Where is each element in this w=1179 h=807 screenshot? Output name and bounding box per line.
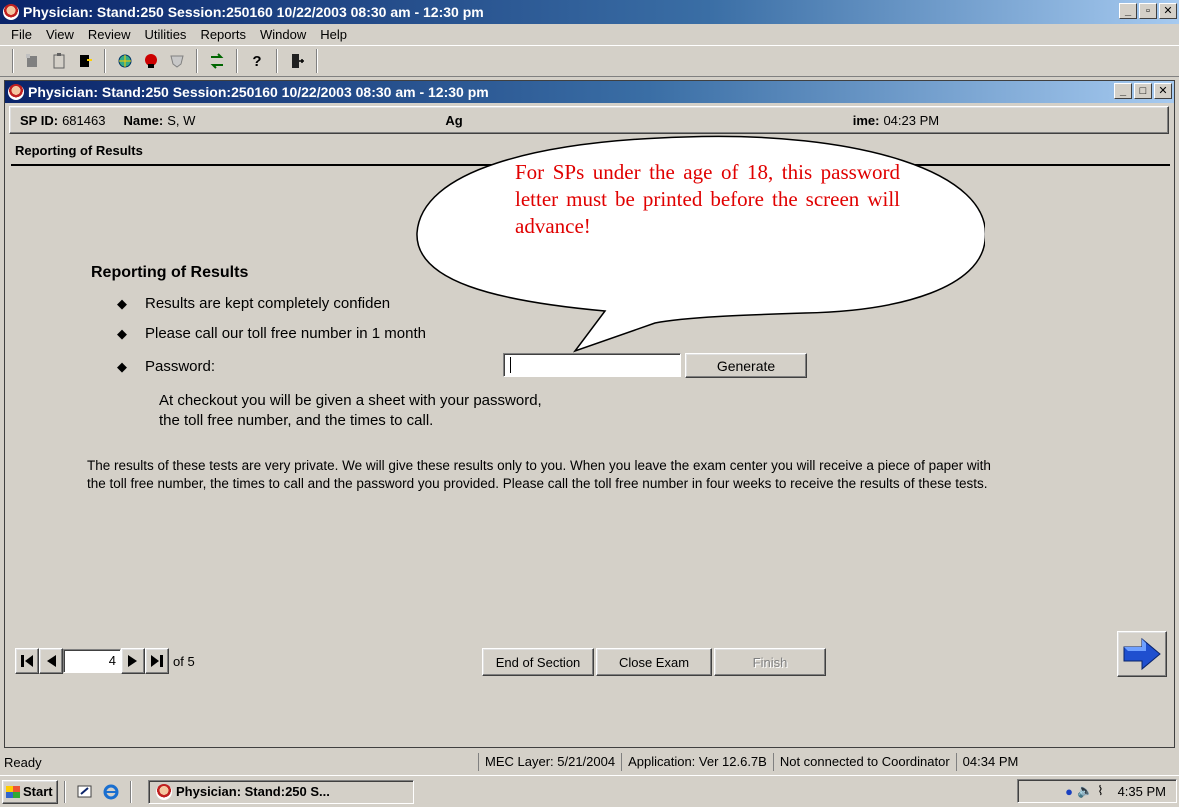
- close-icon[interactable]: ✕: [1159, 3, 1177, 19]
- network-icon[interactable]: ●: [1065, 784, 1073, 799]
- page-total: of 5: [173, 653, 195, 669]
- status-coordinator: Not connected to Coordinator: [772, 753, 956, 771]
- app-window-controls: _ ▫ ✕: [1119, 3, 1177, 19]
- exam-window-title-bar[interactable]: Physician: Stand:250 Session:250160 10/2…: [5, 81, 1174, 103]
- exit-icon[interactable]: [284, 49, 310, 73]
- privacy-paragraph: The results of these tests are very priv…: [87, 458, 991, 491]
- tray-app-icon[interactable]: ⌇: [1097, 783, 1103, 799]
- status-time: 04:34 PM: [955, 753, 1025, 771]
- system-tray: ● 🔈 ⌇ 4:35 PM: [1017, 779, 1177, 803]
- close-exam-button[interactable]: Close Exam: [596, 648, 712, 676]
- tray-clock: 4:35 PM: [1117, 783, 1166, 799]
- menu-bar: File View Review Utilities Reports Windo…: [0, 24, 1179, 44]
- bullet-password: ◆ Password:: [117, 358, 216, 375]
- right-arrow-icon: [1123, 637, 1161, 671]
- status-mec-layer: MEC Layer: 5/21/2004: [478, 753, 621, 771]
- callout-text: For SPs under the age of 18, this passwo…: [515, 160, 900, 238]
- exam-window-title: Physician: Stand:250 Session:250160 10/2…: [28, 84, 489, 100]
- name-label: Name:: [123, 112, 164, 128]
- minimize-icon[interactable]: _: [1114, 83, 1132, 99]
- status-application: Application: Ver 12.6.7B: [621, 753, 773, 771]
- taskbar: Start Physician: Stand:250 S... ● 🔈 ⌇ 4:…: [0, 775, 1179, 807]
- menu-window[interactable]: Window: [260, 27, 306, 42]
- shield-icon[interactable]: [164, 49, 190, 73]
- start-button[interactable]: Start: [2, 779, 58, 804]
- sp-id-label: SP ID:: [20, 112, 59, 128]
- broom-icon[interactable]: [20, 49, 46, 73]
- bullet-call: ◆ Please call our toll free number in 1 …: [117, 325, 426, 342]
- finish-button[interactable]: Finish: [714, 648, 826, 676]
- menu-file[interactable]: File: [11, 27, 32, 42]
- physician-app-icon: [3, 4, 19, 20]
- checkout-note: At checkout you will be given a sheet wi…: [159, 392, 542, 429]
- diamond-bullet-icon: ◆: [117, 358, 127, 374]
- internet-explorer-icon[interactable]: [98, 780, 124, 804]
- volume-icon[interactable]: 🔈: [1077, 783, 1093, 799]
- menu-utilities[interactable]: Utilities: [145, 27, 187, 42]
- exam-window: Physician: Stand:250 Session:250160 10/2…: [4, 80, 1175, 748]
- windows-logo-icon: [6, 785, 20, 798]
- close-icon[interactable]: ✕: [1154, 83, 1172, 99]
- first-page-icon[interactable]: [15, 648, 39, 674]
- menu-review[interactable]: Review: [88, 27, 131, 42]
- status-ready: Ready: [4, 754, 42, 770]
- physician-window-icon: [8, 84, 24, 100]
- taskbar-app-button[interactable]: Physician: Stand:250 S...: [148, 779, 414, 804]
- record-navigator: 4 of 5: [15, 648, 195, 674]
- prev-page-icon[interactable]: [39, 648, 63, 674]
- name-value: S, W: [167, 112, 196, 128]
- status-bar: Ready MEC Layer: 5/21/2004 Application: …: [0, 751, 1179, 773]
- page-number-field[interactable]: 4: [63, 649, 121, 673]
- bullet-confidential: ◆ Results are kept completely confiden: [117, 295, 391, 312]
- section-title: Reporting of Results: [15, 143, 143, 158]
- restore-icon[interactable]: ▫: [1139, 3, 1157, 19]
- physician-app-icon: [156, 783, 172, 800]
- menu-reports[interactable]: Reports: [200, 27, 246, 42]
- diamond-bullet-icon: ◆: [117, 295, 127, 311]
- content-heading: Reporting of Results: [91, 264, 249, 281]
- exam-window-controls: _ □ ✕: [1114, 83, 1172, 99]
- help-icon[interactable]: ?: [244, 49, 270, 73]
- next-page-icon[interactable]: [121, 648, 145, 674]
- clipboard-icon[interactable]: [46, 49, 72, 73]
- transfer-icon[interactable]: [204, 49, 230, 73]
- menu-view[interactable]: View: [46, 27, 74, 42]
- minimize-icon[interactable]: _: [1119, 3, 1137, 19]
- diamond-bullet-icon: ◆: [117, 325, 127, 341]
- app-title-bar[interactable]: Physician: Stand:250 Session:250160 10/2…: [0, 0, 1179, 24]
- last-page-icon[interactable]: [145, 648, 169, 674]
- end-of-section-button[interactable]: End of Section: [482, 648, 594, 676]
- sp-id-value: 681463: [62, 112, 106, 128]
- next-screen-button[interactable]: [1117, 631, 1167, 677]
- toolbar-grip: [12, 49, 14, 73]
- menu-help[interactable]: Help: [320, 27, 347, 42]
- app-title: Physician: Stand:250 Session:250160 10/2…: [23, 4, 484, 20]
- exit-door-icon[interactable]: [72, 49, 98, 73]
- maximize-icon[interactable]: □: [1134, 83, 1152, 99]
- desktop-icon[interactable]: [72, 780, 98, 804]
- toolbar: ?: [0, 45, 1179, 77]
- globe-edit-icon[interactable]: [112, 49, 138, 73]
- stop-hand-icon[interactable]: [138, 49, 164, 73]
